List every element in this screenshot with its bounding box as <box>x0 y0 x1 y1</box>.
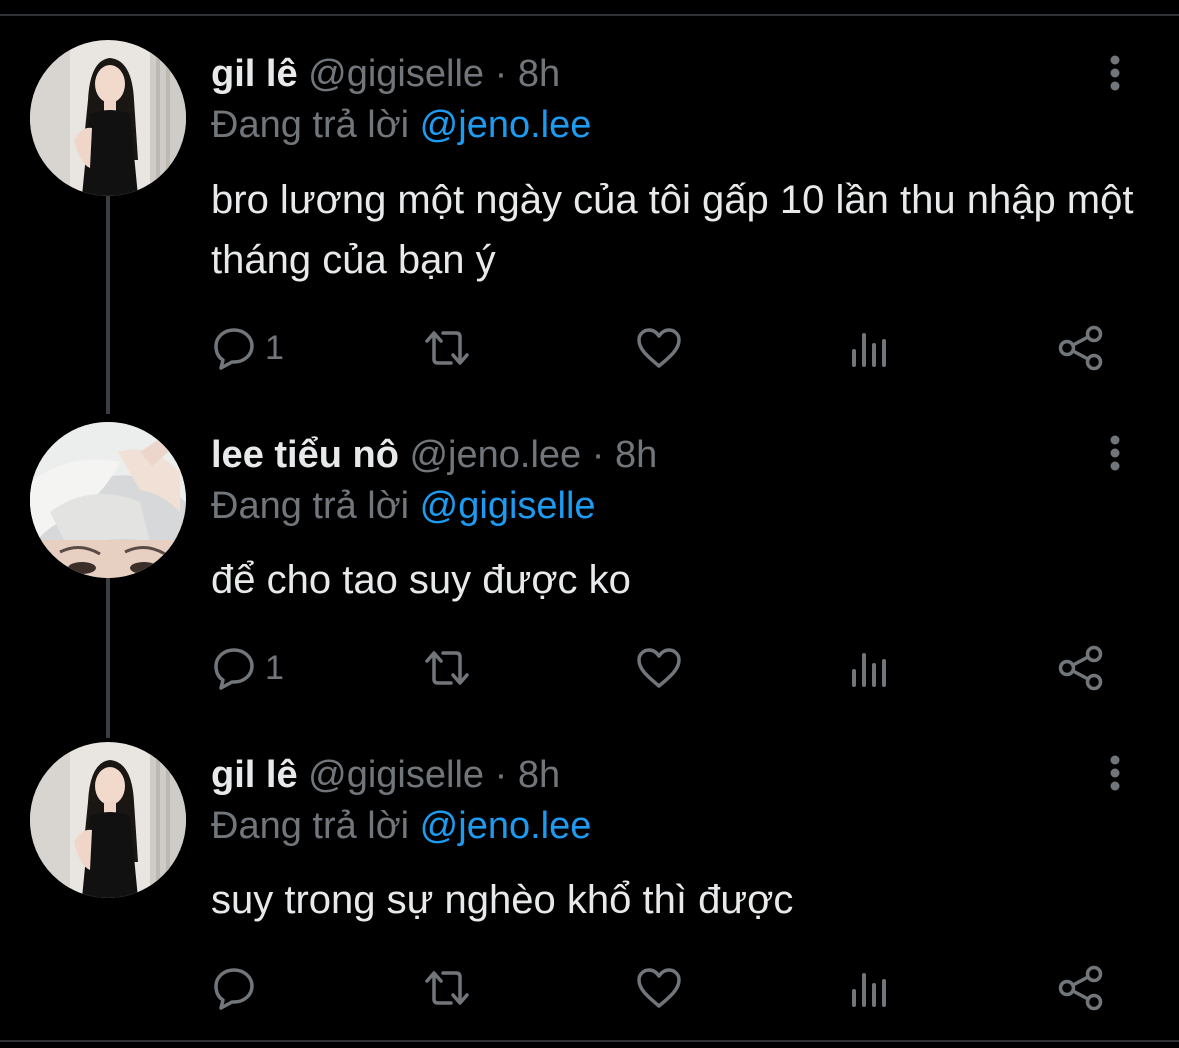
tweet-text: để cho tao suy được ko <box>211 558 631 602</box>
like-button[interactable] <box>635 324 683 372</box>
avatar-silver-hair-icon <box>30 422 186 578</box>
reply-count: 1 <box>265 329 284 367</box>
retweet-button[interactable] <box>421 324 473 372</box>
avatar-woman-black-dress-icon <box>30 742 186 898</box>
tweet-text: suy trong sự nghèo khổ thì được <box>211 878 794 922</box>
replying-to-label: Đang trả lời <box>211 104 410 146</box>
bottom-divider <box>0 1040 1179 1042</box>
share-button[interactable] <box>1057 644 1105 692</box>
tweet-actions: 1 <box>211 644 1111 692</box>
mention-link[interactable]: @gigiselle <box>420 485 596 527</box>
retweet-icon <box>425 971 469 1005</box>
retweet-icon <box>425 651 469 685</box>
separator-dot: · <box>494 53 508 95</box>
reply-button[interactable]: 1 <box>211 324 284 372</box>
separator-dot: · <box>591 434 605 476</box>
display-name[interactable]: gil lê <box>211 53 298 95</box>
views-icon <box>852 973 886 1007</box>
tweet-header: gil lê @gigiselle · 8h <box>211 753 560 797</box>
tweet[interactable]: lee tiểu nô @jeno.lee · 8h Đang trả lời … <box>0 400 1179 720</box>
like-icon <box>637 968 681 1008</box>
avatar-woman-black-dress-icon <box>30 40 186 196</box>
views-icon <box>852 333 886 367</box>
user-handle[interactable]: @gigiselle <box>308 53 484 95</box>
tweet-text: bro lương một ngày của tôi gấp 10 lần th… <box>211 178 1134 282</box>
avatar[interactable] <box>30 742 186 898</box>
share-button[interactable] <box>1057 324 1105 372</box>
views-icon <box>852 653 886 687</box>
mention-link[interactable]: @jeno.lee <box>420 104 592 146</box>
replying-to: Đang trả lời @gigiselle <box>211 484 596 528</box>
like-button[interactable] <box>635 964 683 1012</box>
share-button[interactable] <box>1057 964 1105 1012</box>
timestamp[interactable]: 8h <box>518 53 560 95</box>
reply-count: 1 <box>265 649 284 687</box>
replying-to: Đang trả lời @jeno.lee <box>211 804 591 848</box>
views-button[interactable] <box>849 644 891 692</box>
replying-to-label: Đang trả lời <box>211 485 410 527</box>
avatar[interactable] <box>30 40 186 196</box>
replying-to-label: Đang trả lời <box>211 805 410 847</box>
display-name[interactable]: lee tiểu nô <box>211 434 399 476</box>
tweet-actions: 1 <box>211 324 1111 372</box>
mention-link[interactable]: @jeno.lee <box>420 805 592 847</box>
avatar[interactable] <box>30 422 186 578</box>
more-button[interactable] <box>1100 752 1130 796</box>
display-name[interactable]: gil lê <box>211 754 298 796</box>
more-icon <box>1110 55 1120 91</box>
retweet-button[interactable] <box>421 964 473 1012</box>
reply-icon <box>214 328 254 370</box>
reply-button[interactable]: 1 <box>211 644 284 692</box>
user-handle[interactable]: @gigiselle <box>308 754 484 796</box>
share-icon <box>1058 645 1103 691</box>
retweet-icon <box>425 331 469 365</box>
views-button[interactable] <box>849 324 891 372</box>
tweet[interactable]: gil lê @gigiselle · 8h Đang trả lời @jen… <box>0 0 1179 400</box>
reply-icon <box>214 648 254 690</box>
separator-dot: · <box>494 754 508 796</box>
retweet-button[interactable] <box>421 644 473 692</box>
reply-icon <box>214 968 254 1010</box>
replying-to: Đang trả lời @jeno.lee <box>211 103 591 147</box>
tweet[interactable]: gil lê @gigiselle · 8h Đang trả lời @jen… <box>0 720 1179 1040</box>
like-button[interactable] <box>635 644 683 692</box>
timestamp[interactable]: 8h <box>615 434 657 476</box>
more-icon <box>1110 435 1120 471</box>
more-button[interactable] <box>1100 432 1130 476</box>
more-button[interactable] <box>1100 52 1130 96</box>
share-icon <box>1058 965 1103 1011</box>
views-button[interactable] <box>849 964 891 1012</box>
like-icon <box>637 648 681 688</box>
like-icon <box>637 328 681 368</box>
share-icon <box>1058 325 1103 371</box>
reply-button[interactable] <box>211 964 265 1012</box>
tweet-header: lee tiểu nô @jeno.lee · 8h <box>211 433 657 477</box>
tweet-actions <box>211 964 1111 1012</box>
timestamp[interactable]: 8h <box>518 754 560 796</box>
user-handle[interactable]: @jeno.lee <box>409 434 581 476</box>
more-icon <box>1110 755 1120 791</box>
tweet-header: gil lê @gigiselle · 8h <box>211 52 560 96</box>
